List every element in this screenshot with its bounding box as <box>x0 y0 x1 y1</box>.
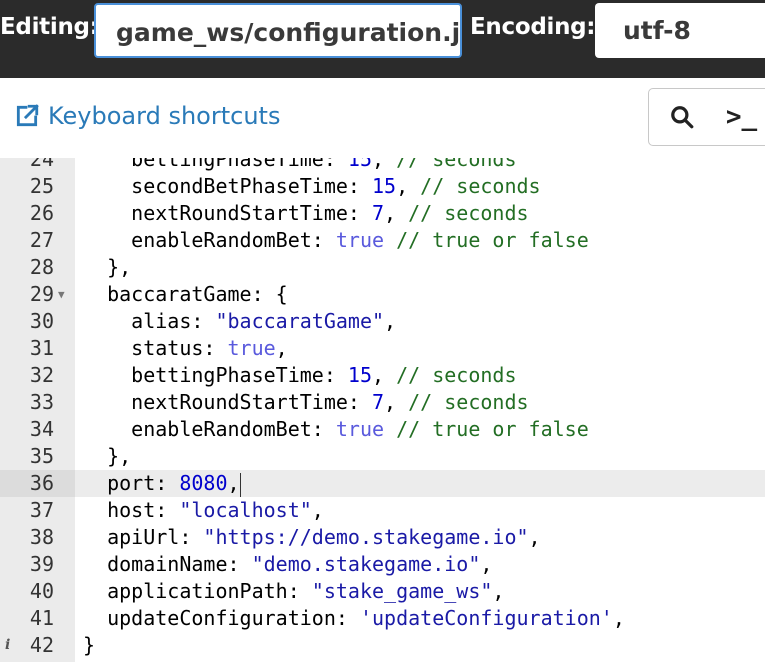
line-number: 28 <box>29 255 54 279</box>
code-text: status: true, <box>83 336 288 360</box>
line-number: 37 <box>29 498 54 522</box>
code-line[interactable]: 25 secondBetPhaseTime: 15, // seconds <box>0 173 765 200</box>
encoding-input[interactable]: utf-8 <box>595 3 765 58</box>
code-text: secondBetPhaseTime: 15, // seconds <box>83 174 541 198</box>
code-line[interactable]: 38 apiUrl: "https://demo.stakegame.io", <box>0 524 765 551</box>
editing-label: Editing: <box>0 14 99 40</box>
code-line[interactable]: 28 }, <box>0 254 765 281</box>
line-number: 40 <box>29 579 54 603</box>
encoding-label: Encoding: <box>470 14 596 40</box>
search-icon <box>671 106 694 129</box>
code-line[interactable]: 35 }, <box>0 443 765 470</box>
terminal-icon: >_ <box>725 102 758 132</box>
code-line[interactable]: 29 ▼ baccaratGame: { <box>0 281 765 308</box>
code-text: bettingPhaseTime: 15, // seconds <box>83 363 517 387</box>
code-text: nextRoundStartTime: 7, // seconds <box>83 201 529 225</box>
code-line[interactable]: 42 i} <box>0 632 765 659</box>
filename-input[interactable]: game_ws/configuration.js <box>94 3 462 58</box>
code-line[interactable]: 37 host: "localhost", <box>0 497 765 524</box>
code-text: baccaratGame: { <box>83 282 288 306</box>
external-link-icon <box>16 104 39 127</box>
code-text: applicationPath: "stake_game_ws", <box>83 579 505 603</box>
info-annotation-icon[interactable]: i <box>5 632 10 659</box>
line-number: 34 <box>29 417 54 441</box>
line-number: 41 <box>29 606 54 630</box>
line-number: 24 <box>29 158 54 171</box>
keyboard-shortcuts-link[interactable]: Keyboard shortcuts <box>14 102 280 130</box>
text-cursor <box>239 472 241 497</box>
line-number: 35 <box>29 444 54 468</box>
editor-header-bar: Editing: game_ws/configuration.js Encodi… <box>0 0 765 78</box>
code-lines: 24 bettingPhaseTime: 15, // seconds 25 se… <box>0 158 765 662</box>
code-text: nextRoundStartTime: 7, // seconds <box>83 390 529 414</box>
code-text: bettingPhaseTime: 15, // seconds <box>83 158 517 171</box>
code-text: updateConfiguration: 'updateConfiguratio… <box>83 606 625 630</box>
line-number: 39 <box>29 552 54 576</box>
code-text: } <box>83 633 96 657</box>
code-line[interactable]: 30 alias: "baccaratGame", <box>0 308 765 335</box>
code-line[interactable]: 33 nextRoundStartTime: 7, // seconds <box>0 389 765 416</box>
code-text: }, <box>83 444 132 468</box>
code-line[interactable]: 31 status: true, <box>0 335 765 362</box>
code-text: enableRandomBet: true // true or false <box>83 417 589 441</box>
code-line[interactable]: 36 port: 8080, <box>0 470 765 497</box>
code-text: port: 8080, <box>83 471 241 497</box>
code-line[interactable]: 27 enableRandomBet: true // true or fals… <box>0 227 765 254</box>
fold-toggle-icon[interactable]: ▼ <box>58 281 65 308</box>
encoding-value: utf-8 <box>623 16 691 45</box>
code-text: }, <box>83 255 132 279</box>
code-text: enableRandomBet: true // true or false <box>83 228 589 252</box>
search-button[interactable] <box>648 88 716 146</box>
filename-value: game_ws/configuration.js <box>116 18 462 47</box>
code-line[interactable]: 24 bettingPhaseTime: 15, // seconds <box>0 158 765 173</box>
line-number: 27 <box>29 228 54 252</box>
terminal-button[interactable]: >_ <box>715 88 765 146</box>
code-line[interactable]: 39 domainName: "demo.stakegame.io", <box>0 551 765 578</box>
line-number: 32 <box>29 363 54 387</box>
keyboard-shortcuts-label: Keyboard shortcuts <box>48 102 281 130</box>
code-text: domainName: "demo.stakegame.io", <box>83 552 493 576</box>
line-number: 33 <box>29 390 54 414</box>
code-editor[interactable]: 24 bettingPhaseTime: 15, // seconds 25 se… <box>0 158 765 662</box>
code-line[interactable]: 40 applicationPath: "stake_game_ws", <box>0 578 765 605</box>
code-line[interactable]: 26 nextRoundStartTime: 7, // seconds <box>0 200 765 227</box>
code-line[interactable]: 32 bettingPhaseTime: 15, // seconds <box>0 362 765 389</box>
editor-toolbar: Keyboard shortcuts >_ <box>0 78 765 158</box>
code-text: host: "localhost", <box>83 498 324 522</box>
line-number: 38 <box>29 525 54 549</box>
code-line[interactable]: 41 updateConfiguration: 'updateConfigura… <box>0 605 765 632</box>
line-number: 30 <box>29 309 54 333</box>
line-number: 25 <box>29 174 54 198</box>
line-number: 26 <box>29 201 54 225</box>
line-number: 42 <box>29 633 54 657</box>
code-line[interactable]: 34 enableRandomBet: true // true or fals… <box>0 416 765 443</box>
code-text: apiUrl: "https://demo.stakegame.io", <box>83 525 541 549</box>
line-number: 36 <box>0 470 75 497</box>
code-text: alias: "baccaratGame", <box>83 309 397 333</box>
line-number: 31 <box>29 336 54 360</box>
